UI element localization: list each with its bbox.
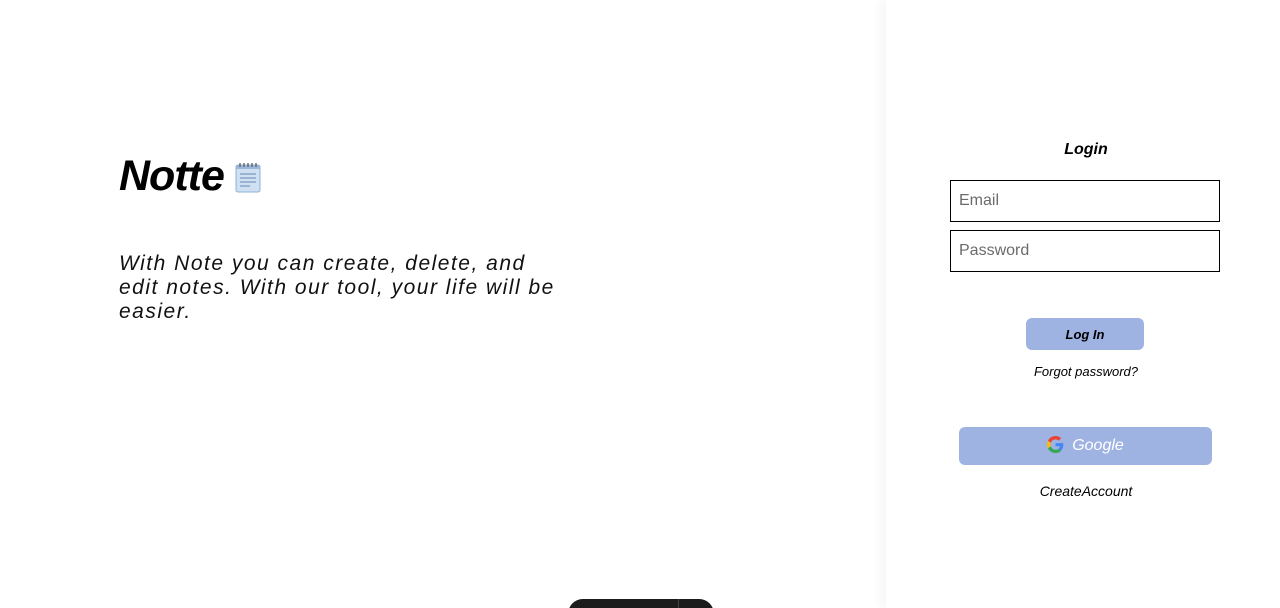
google-icon: [1047, 436, 1064, 456]
tagline: With Note you can create, delete, and ed…: [119, 252, 555, 323]
notepad-icon: [234, 161, 262, 193]
page: Notte With Note you can create, delete, …: [0, 0, 1280, 608]
hero-section: Notte With Note you can create, delete, …: [119, 150, 559, 345]
app-title: Notte: [119, 151, 225, 200]
login-title: Login: [1064, 141, 1108, 158]
toolbar-divider: [678, 599, 679, 608]
login-panel: Login Log In Forgot password? Google Cre…: [886, 0, 1280, 608]
google-signin-button[interactable]: Google: [959, 427, 1212, 465]
email-field[interactable]: [950, 180, 1220, 222]
login-button[interactable]: Log In: [1026, 318, 1144, 350]
password-field[interactable]: [950, 230, 1220, 272]
forgot-password-link[interactable]: Forgot password?: [886, 364, 1280, 379]
floating-toolbar[interactable]: [568, 599, 714, 608]
create-account-link[interactable]: CreateAccount: [886, 483, 1280, 499]
google-button-label: Google: [1072, 437, 1124, 454]
brand-row: Notte: [119, 150, 559, 202]
